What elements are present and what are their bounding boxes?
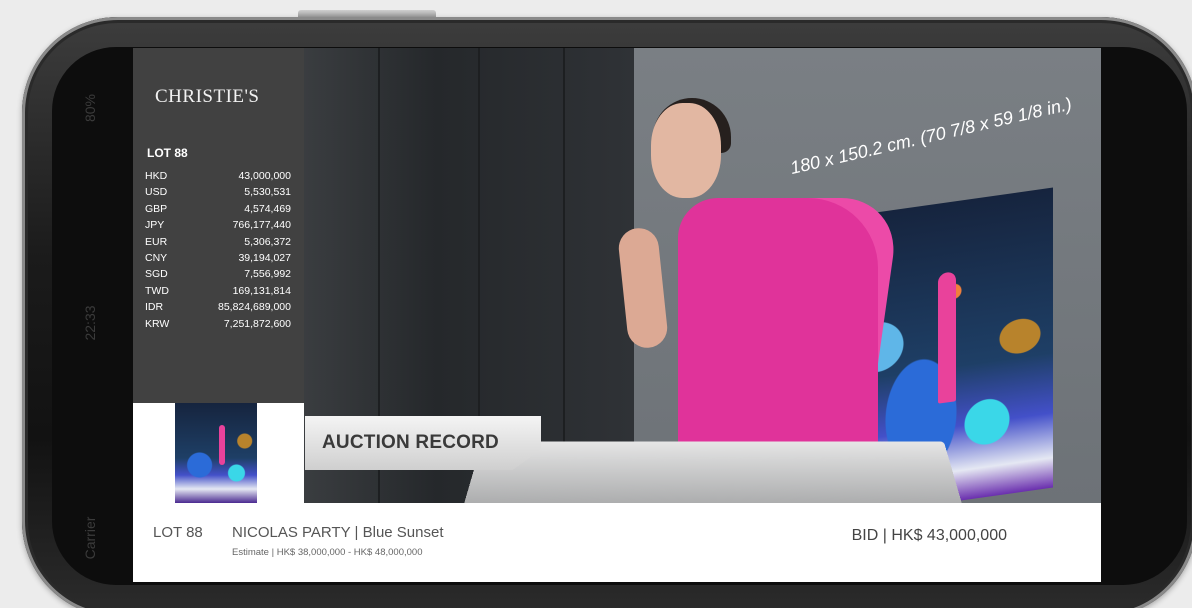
- christies-logo: CHRISTIE'S: [155, 86, 260, 107]
- artist-title: NICOLAS PARTY | Blue Sunset: [232, 524, 444, 541]
- currency-amount: 5,306,372: [244, 235, 291, 248]
- currency-code: GBP: [145, 202, 168, 215]
- auctioneer-head: [651, 103, 721, 198]
- video-screen[interactable]: 180 x 150.2 cm. (70 7/8 x 59 1/8 in.) CH…: [133, 48, 1101, 582]
- lot-number-label: LOT 88: [153, 524, 203, 541]
- rate-row: GBP 4,574,469: [145, 201, 291, 217]
- currency-amount: 5,530,531: [244, 186, 291, 199]
- currency-code: HKD: [145, 170, 168, 182]
- stage-divider: [563, 48, 565, 503]
- status-time: 22:33: [82, 305, 98, 341]
- currency-amount: 7,251,872,600: [223, 317, 291, 330]
- currency-amount: 4,574,469: [244, 202, 291, 215]
- currency-code: USD: [145, 186, 168, 199]
- thumbnail-tree: [219, 425, 225, 465]
- rate-row: JPY 766,177,440: [145, 217, 291, 233]
- estimate-text: Estimate | HK$ 38,000,000 - HK$ 48,000,0…: [232, 547, 423, 558]
- painting-tree: [938, 271, 956, 404]
- rate-row: SGD 7,556,992: [145, 266, 291, 282]
- currency-amount: 43,000,000: [238, 170, 291, 182]
- carrier-label: Carrier: [82, 516, 98, 560]
- rate-row: EUR 5,306,372: [145, 234, 291, 250]
- rate-row: USD 5,530,531: [145, 184, 291, 200]
- lot-number: LOT 88: [147, 146, 188, 160]
- lot-thumbnail: [175, 403, 257, 503]
- currency-code: SGD: [145, 268, 168, 281]
- currency-code: JPY: [145, 219, 165, 232]
- currency-amount: 766,177,440: [232, 219, 291, 232]
- currency-code: KRW: [145, 317, 170, 330]
- rate-row: IDR 85,824,689,000: [145, 299, 291, 315]
- auction-record-banner: AUCTION RECORD: [305, 416, 541, 470]
- currency-code: TWD: [145, 284, 169, 297]
- currency-rates: HKD 43,000,000 USD 5,530,531 GBP 4,574,469 …: [145, 168, 291, 332]
- currency-amount: 85,824,689,000: [218, 301, 291, 314]
- battery-indicator: 80%: [82, 93, 98, 123]
- currency-panel: CHRISTIE'S LOT 88 HKD 43,000,000 USD 5,530…: [133, 48, 304, 403]
- rate-row: KRW 7,251,872,600: [145, 316, 291, 332]
- currency-code: CNY: [145, 252, 168, 265]
- rate-row: TWD 169,131,814: [145, 283, 291, 299]
- rate-row: HKD 43,000,000: [145, 168, 291, 184]
- lot-info-bar: LOT 88 NICOLAS PARTY | Blue Sunset Estim…: [133, 503, 1101, 582]
- current-bid: BID | HK$ 43,000,000: [851, 527, 1007, 544]
- currency-code: EUR: [145, 235, 168, 248]
- rate-row: CNY 39,194,027: [145, 250, 291, 266]
- currency-amount: 7,556,992: [244, 268, 291, 281]
- currency-amount: 169,131,814: [232, 284, 291, 297]
- currency-amount: 39,194,027: [238, 252, 291, 265]
- currency-code: IDR: [145, 301, 164, 314]
- status-bar: 80% 22:33 Carrier: [70, 60, 110, 580]
- lot-thumbnail-frame: [133, 403, 304, 503]
